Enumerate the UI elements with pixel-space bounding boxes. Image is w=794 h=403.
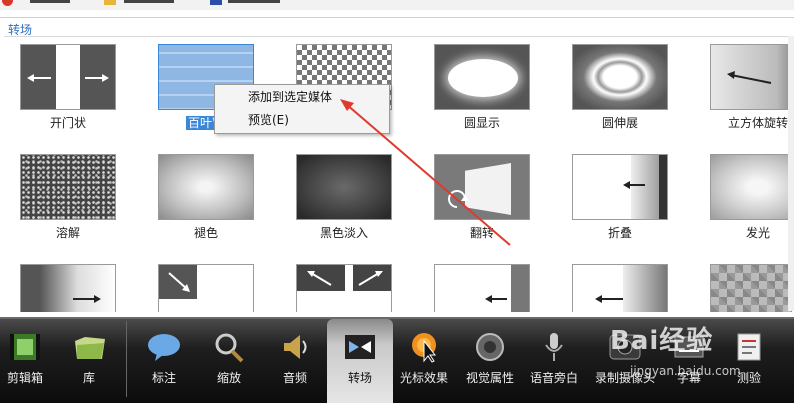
- tool-quiz[interactable]: 测验: [716, 319, 782, 403]
- transition-tile[interactable]: 圆显示: [422, 44, 542, 131]
- watermark-url: jingyan.baidu.com: [630, 364, 741, 378]
- arrow-left-icon: [727, 71, 772, 84]
- app-logo-icon: [2, 0, 13, 6]
- tool-visual-properties[interactable]: 视觉属性: [457, 319, 523, 403]
- baidu-jingyan-watermark: Bai经验 jingyan.baidu.com: [610, 320, 741, 378]
- cursor-effect-icon: [407, 331, 441, 363]
- arrow-left-icon: [485, 295, 507, 303]
- tool-label: 光标效果: [399, 371, 448, 385]
- transition-thumbnail: [20, 44, 116, 110]
- transition-label: 圆显示: [463, 116, 500, 130]
- menu-item-preview[interactable]: 预览(E): [215, 109, 389, 131]
- arrow-diagonal-icon: [168, 272, 190, 292]
- tool-label: 标注: [151, 371, 176, 385]
- tool-clip-bin[interactable]: 剪辑箱: [0, 319, 58, 403]
- transition-tile[interactable]: 溶解: [8, 154, 128, 241]
- transition-thumbnail: [20, 154, 116, 220]
- transition-label: 溶解: [55, 226, 80, 240]
- tool-label: 剪辑箱: [6, 371, 43, 385]
- tool-zoom[interactable]: 缩放: [196, 319, 262, 403]
- visual-properties-icon: [473, 331, 507, 363]
- transition-thumbnail: [710, 264, 792, 312]
- film-icon: [8, 331, 42, 363]
- folder-icon: [104, 0, 116, 5]
- transition-tile[interactable]: [560, 264, 680, 312]
- transition-tile[interactable]: 立方体旋转: [698, 44, 792, 131]
- menu-fragment: [30, 0, 70, 3]
- transition-tile[interactable]: [8, 264, 128, 312]
- watermark-text: Bai经验: [610, 326, 714, 356]
- transition-thumbnail: [158, 264, 254, 312]
- quiz-icon: [732, 331, 766, 363]
- context-menu: 添加到选定媒体 预览(E): [214, 84, 390, 134]
- toolbar-icon: [210, 0, 222, 5]
- transition-tile[interactable]: 圆伸展: [560, 44, 680, 131]
- transition-thumbnail: [710, 154, 792, 220]
- transition-tile[interactable]: [422, 264, 542, 312]
- menu-fragment: [124, 0, 174, 3]
- window-top-strip: [0, 0, 794, 10]
- menu-fragment: [228, 0, 280, 3]
- toolbar-separator: [126, 321, 127, 397]
- library-folder-icon: [72, 331, 106, 363]
- tool-label: 语音旁白: [529, 371, 578, 385]
- arrow-right-icon: [73, 295, 101, 303]
- transition-label: 开门状: [49, 116, 86, 130]
- transition-thumbnail: [296, 154, 392, 220]
- arrows-diagonal-outward-icon: [307, 271, 383, 286]
- transition-label: 折叠: [607, 226, 632, 240]
- menu-item-add-to-selected-media[interactable]: 添加到选定媒体: [215, 86, 389, 108]
- tool-transitions[interactable]: 转场: [327, 319, 393, 403]
- transition-thumbnail: [572, 44, 668, 110]
- arrow-left-icon: [623, 181, 645, 189]
- transition-thumbnail: [572, 264, 668, 312]
- transition-tile[interactable]: 开门状: [8, 44, 128, 131]
- tool-library[interactable]: 库: [56, 319, 122, 403]
- tool-label: 音频: [282, 371, 307, 385]
- tool-label: 视觉属性: [465, 371, 514, 385]
- tool-label: 缩放: [216, 371, 241, 385]
- transition-label: 褪色: [193, 226, 218, 240]
- transition-tile[interactable]: 翻转: [422, 154, 542, 241]
- transition-thumbnail: [296, 264, 392, 312]
- tool-label: 库: [82, 371, 95, 385]
- tool-callouts[interactable]: 标注: [131, 319, 197, 403]
- transition-tile[interactable]: 褪色: [146, 154, 266, 241]
- transition-tile[interactable]: 黑色淡入: [284, 154, 404, 241]
- divider: [0, 17, 794, 18]
- transition-thumbnail: [710, 44, 792, 110]
- transition-label: 黑色淡入: [319, 226, 368, 240]
- tool-audio[interactable]: 音频: [262, 319, 328, 403]
- arrow-left-icon: [595, 295, 623, 303]
- tool-label: 转场: [347, 371, 372, 385]
- transition-thumbnail: [158, 154, 254, 220]
- vertical-scrollbar[interactable]: [788, 36, 794, 311]
- transition-thumbnail: [434, 264, 530, 312]
- transition-tile[interactable]: 折叠: [560, 154, 680, 241]
- transition-thumbnail: [434, 154, 530, 220]
- transition-thumbnail: [572, 154, 668, 220]
- transition-tile[interactable]: [284, 264, 404, 312]
- transition-tile[interactable]: 发光: [698, 154, 792, 241]
- transition-icon: [343, 331, 377, 363]
- transition-tile[interactable]: [146, 264, 266, 312]
- microphone-icon: [537, 331, 571, 363]
- callout-bubble-icon: [147, 331, 181, 363]
- tool-voice-narration[interactable]: 语音旁白: [521, 319, 587, 403]
- transition-label: 立方体旋转: [727, 116, 788, 130]
- transition-thumbnail: [434, 44, 530, 110]
- transition-label: 发光: [745, 226, 770, 240]
- tool-cursor-effects[interactable]: 光标效果: [391, 319, 457, 403]
- transition-label: 圆伸展: [601, 116, 638, 130]
- transition-thumbnail: [20, 264, 116, 312]
- zoom-magnifier-icon: [212, 331, 246, 363]
- transitions-panel: 开门状 百叶窗 圆显示 圆伸展 立方体旋转 溶解 褪色 黑色淡入 翻转 折叠 发…: [4, 36, 792, 312]
- transition-tile[interactable]: [698, 264, 792, 312]
- rotate-arrow-icon: [448, 190, 469, 208]
- transition-label: 翻转: [469, 226, 494, 240]
- arrows-outward-icon: [27, 74, 109, 82]
- speaker-icon: [278, 331, 312, 363]
